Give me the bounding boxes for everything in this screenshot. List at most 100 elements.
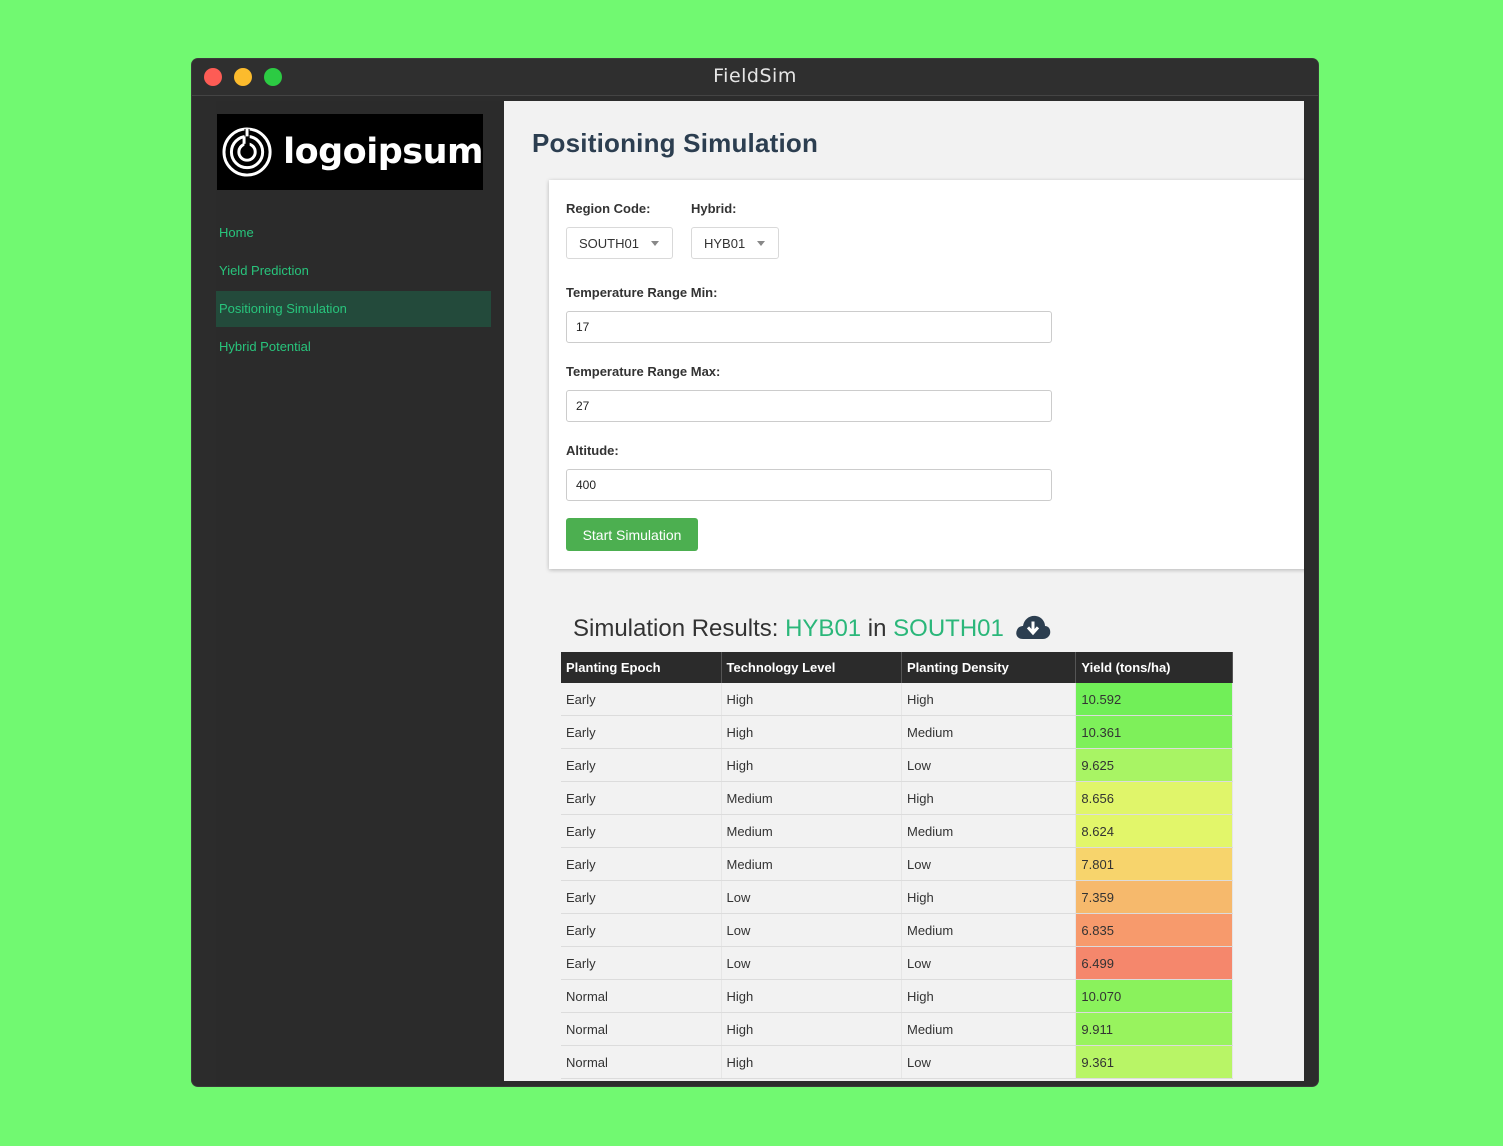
cell-tech: Low — [721, 946, 902, 980]
cell-tech: Low — [721, 880, 902, 914]
sidebar-item-home[interactable]: Home — [216, 215, 491, 251]
results-table-body: Early High High 10.592 Early High Medium 10.36… — [561, 683, 1233, 1079]
region-code-label: Region Code: — [566, 201, 651, 216]
table-row: Early High Medium 10.361 — [561, 715, 1233, 749]
table-row: Normal High Medium 9.911 — [561, 1012, 1233, 1046]
table-header-row: Planting Epoch Technology Level Planting… — [561, 652, 1233, 683]
simulation-form: Region Code: Hybrid: SOUTH01 HYB01 Tempe… — [549, 180, 1304, 569]
chevron-down-icon — [651, 241, 659, 246]
cell-epoch: Normal — [561, 1012, 722, 1046]
temp-max-input[interactable] — [566, 390, 1052, 422]
cell-tech: Medium — [721, 781, 902, 815]
cell-yield: 8.656 — [1075, 781, 1233, 815]
results-prefix: Simulation Results: — [573, 615, 786, 642]
column-header-technology-level: Technology Level — [721, 652, 902, 683]
cell-epoch: Early — [561, 748, 722, 782]
cell-epoch: Early — [561, 946, 722, 980]
sidebar-item-hybrid-potential[interactable]: Hybrid Potential — [216, 329, 491, 365]
table-row: Normal High Low 9.361 — [561, 1045, 1233, 1079]
logo-spiral-icon — [222, 127, 272, 177]
hybrid-label: Hybrid: — [691, 201, 737, 216]
cell-yield: 10.070 — [1075, 979, 1233, 1013]
cell-density: Medium — [901, 715, 1077, 749]
cell-tech: Medium — [721, 847, 902, 881]
cell-yield: 7.801 — [1075, 847, 1233, 881]
logo-text: logoipsum — [283, 132, 483, 172]
table-row: Early Low High 7.359 — [561, 880, 1233, 914]
cell-density: High — [901, 979, 1077, 1013]
region-code-select[interactable]: SOUTH01 — [566, 227, 673, 259]
column-header-yield: Yield (tons/ha) — [1075, 652, 1233, 683]
results-hybrid: HYB01 — [785, 615, 862, 642]
cell-yield: 9.911 — [1075, 1012, 1233, 1046]
table-row: Early High Low 9.625 — [561, 748, 1233, 782]
hybrid-value: HYB01 — [704, 236, 746, 251]
app-window: FieldSim logoipsum Home Yield Prediction… — [192, 59, 1318, 1086]
table-row: Early Medium Low 7.801 — [561, 847, 1233, 881]
altitude-label: Altitude: — [566, 443, 619, 458]
altitude-input[interactable] — [566, 469, 1052, 501]
cell-density: High — [901, 683, 1077, 716]
column-header-planting-epoch: Planting Epoch — [561, 652, 722, 683]
cell-density: High — [901, 880, 1077, 914]
page-title: Positioning Simulation — [532, 128, 819, 158]
temp-min-label: Temperature Range Min: — [566, 285, 718, 300]
cell-epoch: Normal — [561, 979, 722, 1013]
cloud-download-icon[interactable] — [1014, 613, 1052, 641]
cell-epoch: Early — [561, 847, 722, 881]
cell-density: Medium — [901, 814, 1077, 848]
hybrid-select[interactable]: HYB01 — [691, 227, 779, 259]
cell-yield: 6.835 — [1075, 913, 1233, 947]
cell-density: Low — [901, 946, 1077, 980]
temp-max-label: Temperature Range Max: — [566, 364, 721, 379]
cell-epoch: Early — [561, 814, 722, 848]
cell-epoch: Early — [561, 781, 722, 815]
table-row: Early Low Low 6.499 — [561, 946, 1233, 980]
results-table: Planting Epoch Technology Level Planting… — [561, 652, 1233, 1079]
logo: logoipsum — [217, 114, 483, 190]
results-region: SOUTH01 — [893, 615, 1004, 642]
table-row: Normal High High 10.070 — [561, 979, 1233, 1013]
table-row: Early Medium Medium 8.624 — [561, 814, 1233, 848]
cell-yield: 7.359 — [1075, 880, 1233, 914]
cell-epoch: Early — [561, 683, 722, 716]
cell-epoch: Early — [561, 913, 722, 947]
cell-density: Medium — [901, 913, 1077, 947]
cell-tech: High — [721, 979, 902, 1013]
sidebar-item-positioning-simulation[interactable]: Positioning Simulation — [216, 291, 491, 327]
table-row: Early Low Medium 6.835 — [561, 913, 1233, 947]
cell-density: Low — [901, 847, 1077, 881]
cell-tech: High — [721, 1012, 902, 1046]
cell-epoch: Normal — [561, 1045, 722, 1079]
cell-yield: 8.624 — [1075, 814, 1233, 848]
cell-yield: 10.592 — [1075, 683, 1233, 716]
table-row: Early Medium High 8.656 — [561, 781, 1233, 815]
cell-density: High — [901, 781, 1077, 815]
cell-tech: High — [721, 683, 902, 716]
column-header-planting-density: Planting Density — [901, 652, 1077, 683]
sidebar-item-yield-prediction[interactable]: Yield Prediction — [216, 253, 491, 289]
region-code-value: SOUTH01 — [579, 236, 639, 251]
cell-yield: 10.361 — [1075, 715, 1233, 749]
cell-tech: High — [721, 748, 902, 782]
results-title: Simulation Results: HYB01 in SOUTH01 — [573, 615, 1004, 643]
window-title: FieldSim — [713, 65, 797, 87]
sidebar: logoipsum Home Yield Prediction Position… — [216, 101, 504, 1086]
cell-tech: High — [721, 1045, 902, 1079]
cell-yield: 6.499 — [1075, 946, 1233, 980]
cell-density: Low — [901, 1045, 1077, 1079]
cell-yield: 9.361 — [1075, 1045, 1233, 1079]
cell-epoch: Early — [561, 880, 722, 914]
table-row: Early High High 10.592 — [561, 683, 1233, 716]
cell-density: Medium — [901, 1012, 1077, 1046]
cell-tech: High — [721, 715, 902, 749]
main-content: Positioning Simulation Region Code: Hybr… — [504, 101, 1304, 1081]
cell-tech: Medium — [721, 814, 902, 848]
results-connector: in — [861, 615, 894, 642]
sidebar-nav: Home Yield Prediction Positioning Simula… — [216, 215, 491, 367]
cell-yield: 9.625 — [1075, 748, 1233, 782]
start-simulation-button[interactable]: Start Simulation — [566, 518, 698, 551]
cell-density: Low — [901, 748, 1077, 782]
temp-min-input[interactable] — [566, 311, 1052, 343]
cell-epoch: Early — [561, 715, 722, 749]
